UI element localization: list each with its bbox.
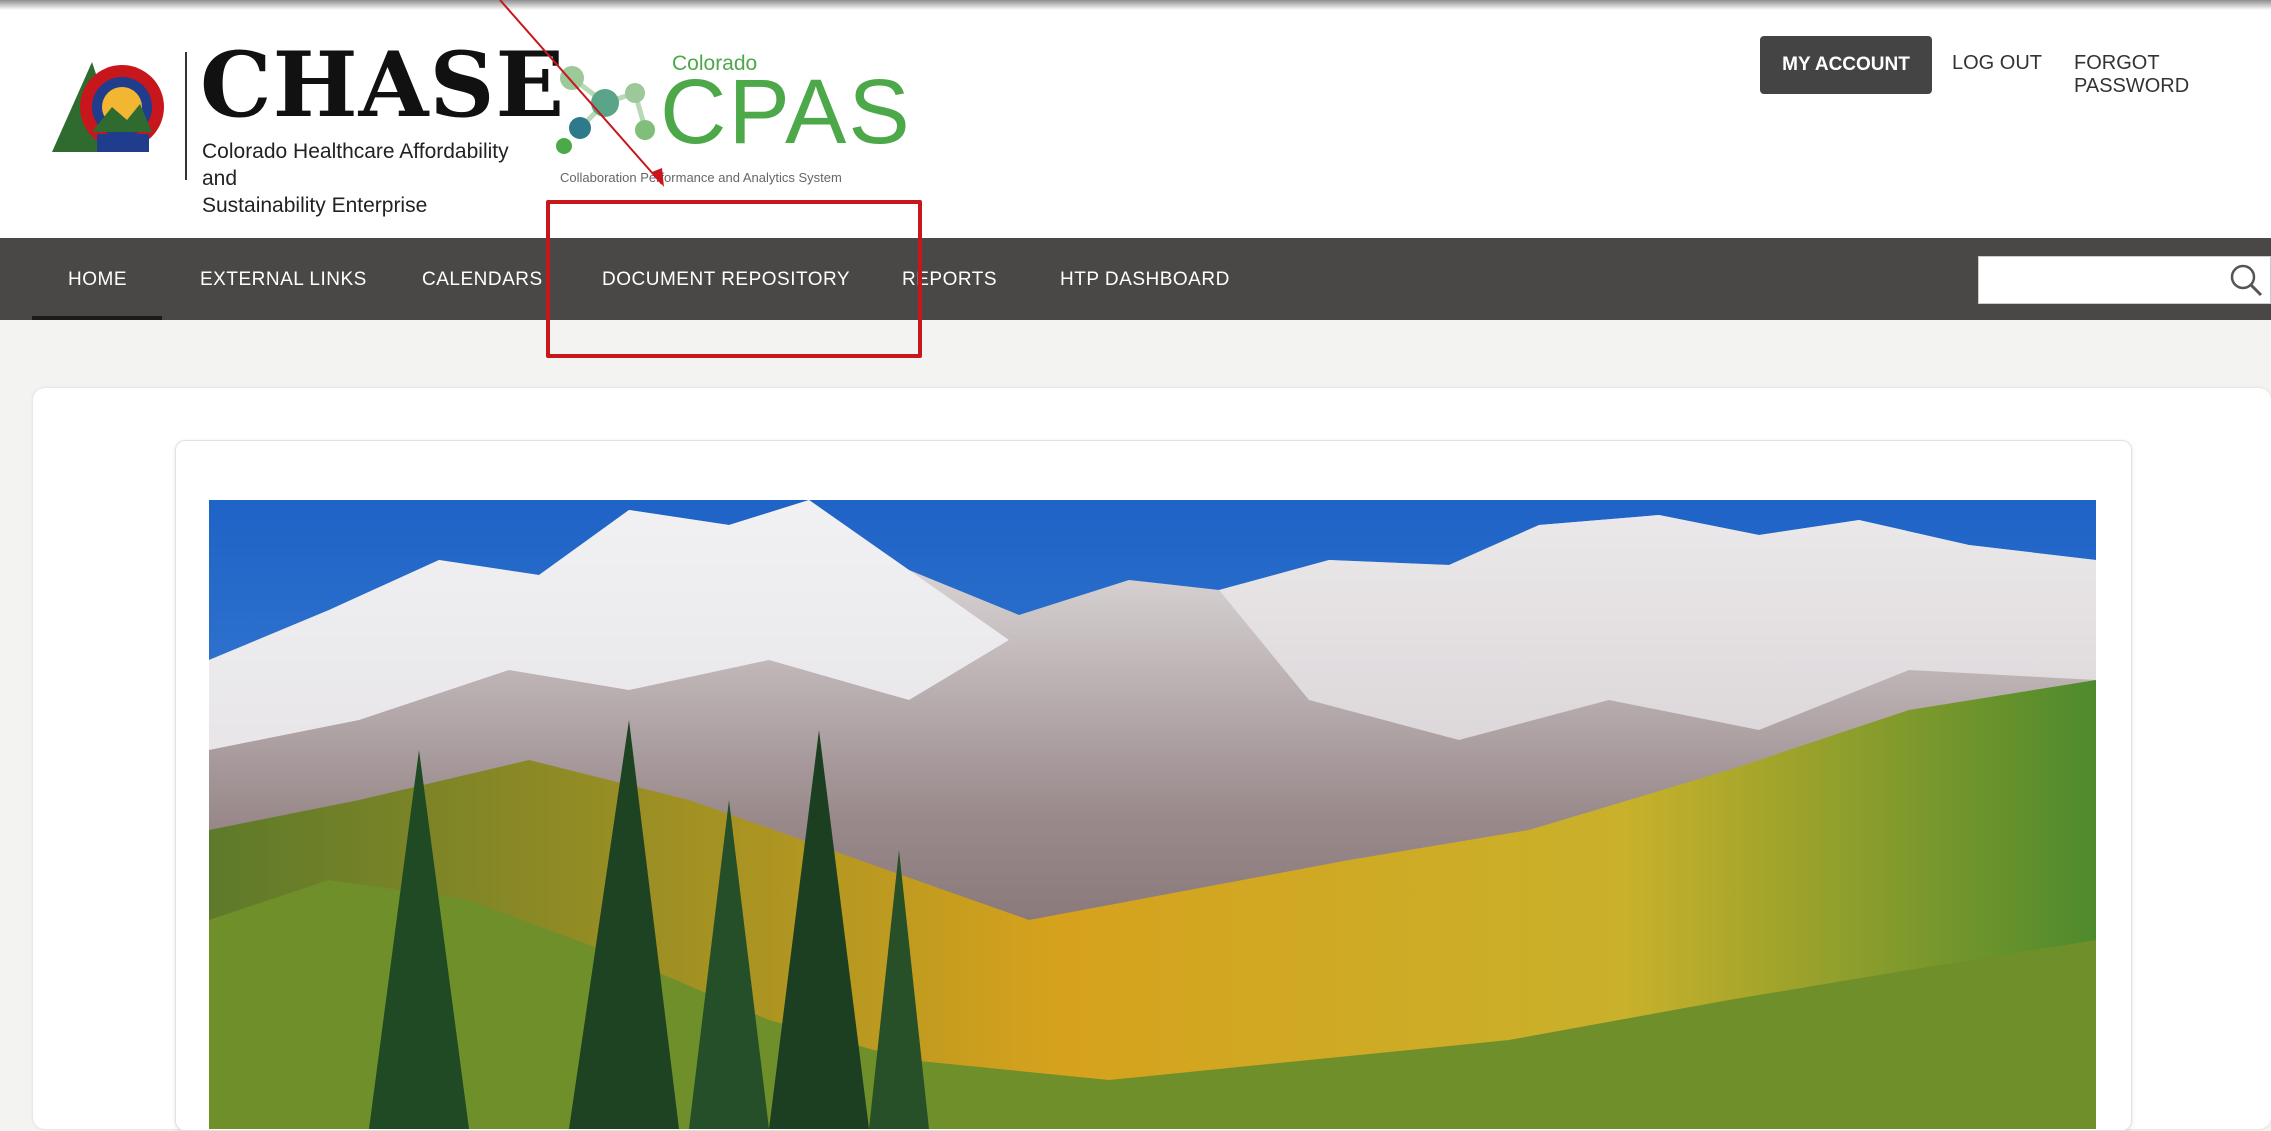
nav-htp-dashboard[interactable]: HTP DASHBOARD [1060,269,1230,291]
cpas-molecule-icon [556,66,655,154]
chase-tagline-line1: Colorado Healthcare Affordability and [202,140,509,190]
nav-calendars[interactable]: CALENDARS [422,269,543,291]
chase-logo-icon[interactable] [52,52,172,157]
chase-tagline: Colorado Healthcare Affordability and Su… [202,138,542,219]
nav-home[interactable]: HOME [68,269,127,291]
nav-active-indicator [32,316,162,320]
hero-mountain-image [209,500,2096,1129]
cpas-tagline: Collaboration Performance and Analytics … [560,170,842,185]
site-header: CHASE Colorado Healthcare Affordability … [0,0,2271,238]
annotation-highlight-box [546,200,922,358]
top-shadow [0,0,2271,10]
chase-logo-text[interactable]: CHASE [200,40,565,130]
forgot-password-link[interactable]: FORGOT PASSWORD [2074,52,2271,98]
chase-tagline-line2: Sustainability Enterprise [202,194,428,217]
cpas-logo-text[interactable]: CPAS [660,66,912,158]
main-nav: HOME EXTERNAL LINKS CALENDARS DOCUMENT R… [0,238,2271,320]
search-icon[interactable] [2228,262,2264,298]
nav-external-links[interactable]: EXTERNAL LINKS [200,269,367,291]
logo-divider [185,52,187,180]
log-out-link[interactable]: LOG OUT [1952,52,2042,75]
my-account-button[interactable]: MY ACCOUNT [1760,36,1932,94]
